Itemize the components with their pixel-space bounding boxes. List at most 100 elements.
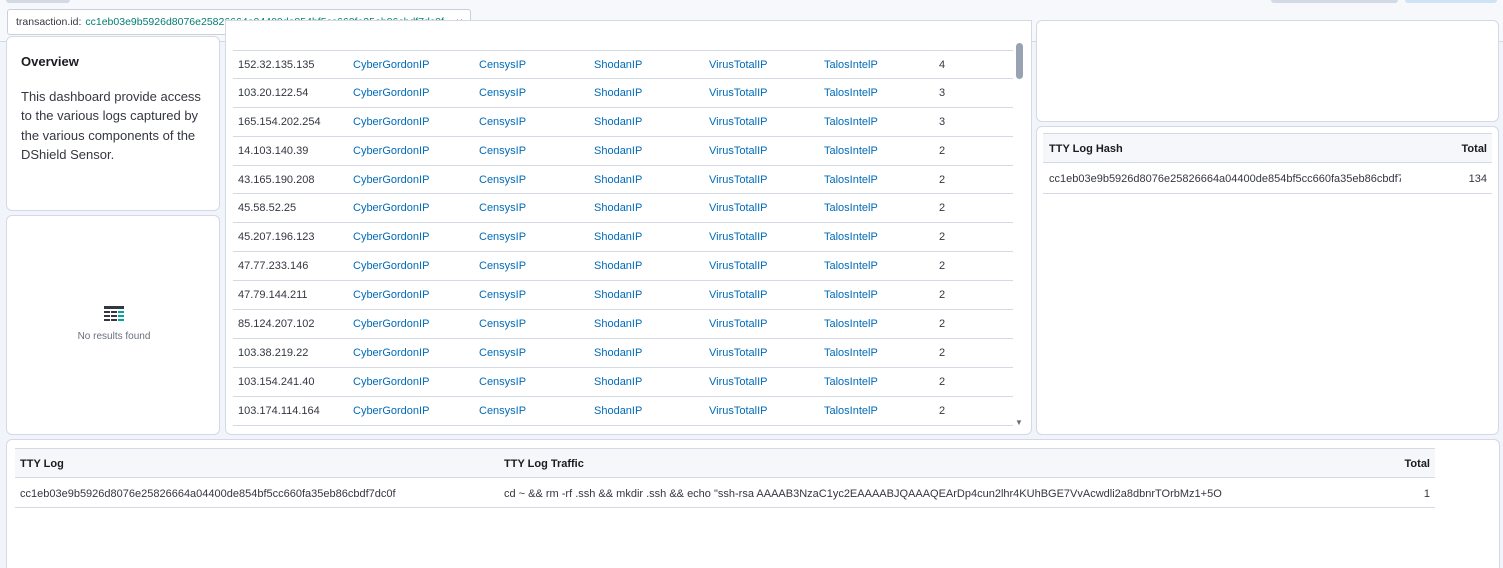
lookup-link-virustotalip[interactable]: VirusTotalIP: [709, 59, 768, 71]
lookup-link-cybergordonip[interactable]: CyberGordonIP: [353, 231, 429, 243]
lookup-link-virustotalip[interactable]: VirusTotalIP: [709, 145, 768, 157]
lookup-link-virustotalip[interactable]: VirusTotalIP: [709, 347, 768, 359]
count-cell: 2: [939, 231, 946, 244]
lookup-link-shodanip[interactable]: ShodanIP: [594, 202, 642, 214]
toolbar-tab-stub[interactable]: [6, 0, 70, 3]
toolbar-button-stub[interactable]: [1405, 0, 1497, 3]
lookup-link-shodanip[interactable]: ShodanIP: [594, 116, 642, 128]
lookup-link-talosintelp[interactable]: TalosIntelP: [824, 405, 878, 417]
lookup-link-shodanip[interactable]: ShodanIP: [594, 405, 642, 417]
lookup-link-censysip[interactable]: CensysIP: [479, 59, 526, 71]
lookup-link-shodanip[interactable]: ShodanIP: [594, 260, 642, 272]
ip-cell: 14.103.140.39: [238, 144, 309, 157]
scrollbar-thumb[interactable]: [1016, 43, 1023, 79]
ip-cell: 165.154.202.254: [238, 115, 321, 128]
lookup-link-virustotalip[interactable]: VirusTotalIP: [709, 174, 768, 186]
lookup-link-censysip[interactable]: CensysIP: [479, 405, 526, 417]
lookup-link-talosintelp[interactable]: TalosIntelP: [824, 87, 878, 99]
lookup-link-censysip[interactable]: CensysIP: [479, 174, 526, 186]
lookup-link-talosintelp[interactable]: TalosIntelP: [824, 289, 878, 301]
lookup-link-talosintelp[interactable]: TalosIntelP: [824, 202, 878, 214]
lookup-link-cybergordonip[interactable]: CyberGordonIP: [353, 289, 429, 301]
table-row: cc1eb03e9b5926d8076e25826664a04400de854b…: [15, 479, 1435, 508]
lookup-link-shodanip[interactable]: ShodanIP: [594, 231, 642, 243]
lookup-link-shodanip[interactable]: ShodanIP: [594, 289, 642, 301]
lookup-link-virustotalip[interactable]: VirusTotalIP: [709, 318, 768, 330]
lookup-link-virustotalip[interactable]: VirusTotalIP: [709, 289, 768, 301]
column-header-total[interactable]: Total: [1405, 458, 1430, 470]
lookup-link-cybergordonip[interactable]: CyberGordonIP: [353, 116, 429, 128]
lookup-link-shodanip[interactable]: ShodanIP: [594, 347, 642, 359]
lookup-link-talosintelp[interactable]: TalosIntelP: [824, 59, 878, 71]
lookup-link-censysip[interactable]: CensysIP: [479, 260, 526, 272]
column-header-tty-log[interactable]: TTY Log: [20, 458, 64, 470]
lookup-link-talosintelp[interactable]: TalosIntelP: [824, 145, 878, 157]
lookup-link-cybergordonip[interactable]: CyberGordonIP: [353, 59, 429, 71]
lookup-link-cybergordonip[interactable]: CyberGordonIP: [353, 174, 429, 186]
lookup-link-cybergordonip[interactable]: CyberGordonIP: [353, 376, 429, 388]
lookup-link-virustotalip[interactable]: VirusTotalIP: [709, 202, 768, 214]
lookup-link-censysip[interactable]: CensysIP: [479, 347, 526, 359]
lookup-link-talosintelp[interactable]: TalosIntelP: [824, 318, 878, 330]
count-cell: 2: [939, 173, 946, 186]
lookup-link-shodanip[interactable]: ShodanIP: [594, 59, 642, 71]
lookup-link-virustotalip[interactable]: VirusTotalIP: [709, 405, 768, 417]
lookup-link-shodanip[interactable]: ShodanIP: [594, 318, 642, 330]
tty-log-hash-panel: TTY Log Hash Total cc1eb03e9b5926d8076e2…: [1036, 126, 1499, 435]
table-row: 47.77.233.146 CyberGordonIP CensysIP Shodan…: [233, 252, 1013, 282]
ip-cell: 45.207.196.123: [238, 231, 315, 244]
lookup-link-cybergordonip[interactable]: CyberGordonIP: [353, 405, 429, 417]
lookup-link-cybergordonip[interactable]: CyberGordonIP: [353, 260, 429, 272]
lookup-link-shodanip[interactable]: ShodanIP: [594, 87, 642, 99]
count-cell: 2: [939, 318, 946, 331]
lookup-link-cybergordonip[interactable]: CyberGordonIP: [353, 347, 429, 359]
lookup-link-virustotalip[interactable]: VirusTotalIP: [709, 116, 768, 128]
table-row: 103.38.219.22 CyberGordonIP CensysIP Shodan…: [233, 339, 1013, 368]
lookup-link-censysip[interactable]: CensysIP: [479, 376, 526, 388]
lookup-link-talosintelp[interactable]: TalosIntelP: [824, 376, 878, 388]
column-header-total[interactable]: Total: [1462, 143, 1487, 155]
scroll-down-arrow[interactable]: ▼: [1015, 418, 1023, 427]
lookup-link-talosintelp[interactable]: TalosIntelP: [824, 116, 878, 128]
lookup-link-censysip[interactable]: CensysIP: [479, 231, 526, 243]
total-cell: 134: [1468, 173, 1487, 185]
table-row: 14.103.140.39 CyberGordonIP CensysIP Shodan…: [233, 137, 1013, 166]
ip-cell: 43.165.190.208: [238, 173, 315, 186]
lookup-link-cybergordonip[interactable]: CyberGordonIP: [353, 202, 429, 214]
overview-panel: Overview This dashboard provide access t…: [6, 36, 220, 211]
lookup-link-talosintelp[interactable]: TalosIntelP: [824, 347, 878, 359]
empty-panel: [1036, 20, 1499, 122]
column-header-hash[interactable]: TTY Log Hash: [1049, 143, 1123, 155]
count-cell: 2: [939, 346, 946, 359]
lookup-link-virustotalip[interactable]: VirusTotalIP: [709, 260, 768, 272]
toolbar-tab-stub[interactable]: [1271, 0, 1398, 3]
table-row: 45.58.52.25 CyberGordonIP CensysIP ShodanIP…: [233, 194, 1013, 224]
ip-cell: 103.174.114.164: [238, 404, 320, 417]
lookup-link-cybergordonip[interactable]: CyberGordonIP: [353, 318, 429, 330]
lookup-link-shodanip[interactable]: ShodanIP: [594, 376, 642, 388]
lookup-link-virustotalip[interactable]: VirusTotalIP: [709, 87, 768, 99]
lookup-link-shodanip[interactable]: ShodanIP: [594, 174, 642, 186]
lookup-link-cybergordonip[interactable]: CyberGordonIP: [353, 87, 429, 99]
ip-cell: 103.38.219.22: [238, 346, 309, 359]
lookup-link-censysip[interactable]: CensysIP: [479, 116, 526, 128]
lookup-link-virustotalip[interactable]: VirusTotalIP: [709, 231, 768, 243]
table-icon: [104, 306, 124, 321]
count-cell: 2: [939, 375, 946, 388]
lookup-link-talosintelp[interactable]: TalosIntelP: [824, 174, 878, 186]
lookup-link-censysip[interactable]: CensysIP: [479, 202, 526, 214]
lookup-link-shodanip[interactable]: ShodanIP: [594, 145, 642, 157]
lookup-link-censysip[interactable]: CensysIP: [479, 318, 526, 330]
ip-cell: 47.79.144.211: [238, 289, 308, 302]
ip-cell: 85.124.207.102: [238, 318, 315, 331]
lookup-link-censysip[interactable]: CensysIP: [479, 145, 526, 157]
lookup-link-virustotalip[interactable]: VirusTotalIP: [709, 376, 768, 388]
lookup-link-censysip[interactable]: CensysIP: [479, 289, 526, 301]
tty-log-panel: TTY Log TTY Log Traffic Total cc1eb03e9b…: [6, 439, 1500, 568]
column-header-traffic[interactable]: TTY Log Traffic: [504, 458, 584, 470]
lookup-link-talosintelp[interactable]: TalosIntelP: [824, 231, 878, 243]
lookup-link-censysip[interactable]: CensysIP: [479, 87, 526, 99]
table-row: 85.124.207.102 CyberGordonIP CensysIP Shoda…: [233, 310, 1013, 339]
lookup-link-cybergordonip[interactable]: CyberGordonIP: [353, 145, 429, 157]
lookup-link-talosintelp[interactable]: TalosIntelP: [824, 260, 878, 272]
